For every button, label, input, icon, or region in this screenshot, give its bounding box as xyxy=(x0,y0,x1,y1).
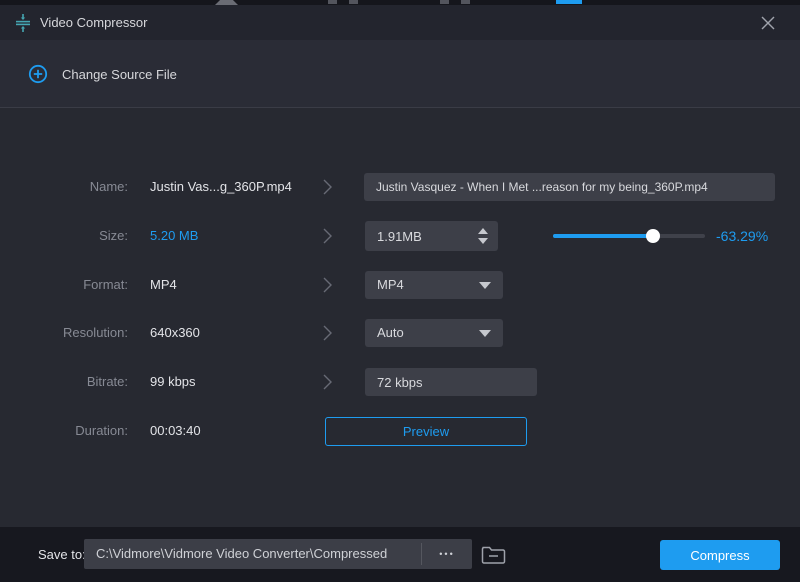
chevron-right-icon xyxy=(323,325,332,341)
browse-ellipsis-button[interactable]: ••• xyxy=(422,539,472,569)
save-to-label: Save to: xyxy=(38,547,86,562)
size-current-value: 5.20 MB xyxy=(150,228,199,243)
format-dropdown-value: MP4 xyxy=(377,277,404,292)
chevron-right-icon xyxy=(323,179,332,195)
open-folder-button[interactable] xyxy=(480,543,508,567)
name-current-value: Justin Vas...g_360P.mp4 xyxy=(150,179,292,194)
background-fragment xyxy=(328,0,337,4)
dialog-title: Video Compressor xyxy=(40,15,148,30)
background-fragment xyxy=(461,0,470,4)
duration-label: Duration: xyxy=(75,423,128,438)
spinner-down-icon[interactable] xyxy=(478,238,488,244)
resolution-label: Resolution: xyxy=(62,325,128,340)
spinner-up-icon[interactable] xyxy=(478,228,488,234)
format-label: Format: xyxy=(83,277,128,292)
duration-current-value: 00:03:40 xyxy=(150,423,201,438)
titlebar: Video Compressor xyxy=(0,5,800,40)
header-band: Change Source File xyxy=(0,40,800,108)
size-label: Size: xyxy=(99,228,128,243)
video-compressor-dialog: Video Compressor Change Source File Name… xyxy=(0,0,800,582)
size-reduction-percent: -63.29% xyxy=(716,228,769,244)
format-dropdown[interactable]: MP4 xyxy=(365,271,503,299)
bitrate-current-value: 99 kbps xyxy=(150,374,196,389)
background-fragment xyxy=(349,0,358,4)
active-tab-indicator-fragment xyxy=(556,0,582,4)
name-label: Name: xyxy=(89,179,128,194)
bitrate-input[interactable] xyxy=(365,368,537,396)
save-path-field[interactable]: C:\Vidmore\Vidmore Video Converter\Compr… xyxy=(84,539,472,569)
chevron-right-icon xyxy=(323,374,332,390)
size-spinner xyxy=(365,221,498,251)
preview-button[interactable]: Preview xyxy=(325,417,527,446)
bitrate-label: Bitrate: xyxy=(86,374,128,389)
close-button[interactable] xyxy=(754,9,782,37)
change-source-file-button[interactable]: Change Source File xyxy=(28,40,177,108)
save-path-value: C:\Vidmore\Vidmore Video Converter\Compr… xyxy=(96,546,388,561)
name-input[interactable] xyxy=(364,173,775,201)
footer-bar: Save to: C:\Vidmore\Vidmore Video Conver… xyxy=(0,527,800,582)
close-icon xyxy=(761,16,775,30)
folder-icon xyxy=(481,546,506,564)
chevron-right-icon xyxy=(323,277,332,293)
size-slider-thumb[interactable] xyxy=(646,229,661,243)
resolution-dropdown[interactable]: Auto xyxy=(365,319,503,347)
chevron-down-icon xyxy=(479,330,491,337)
compress-button[interactable]: Compress xyxy=(660,540,780,570)
resolution-current-value: 640x360 xyxy=(150,325,200,340)
chevron-down-icon xyxy=(479,282,491,289)
change-source-file-label: Change Source File xyxy=(62,66,177,82)
form-body: Name: Justin Vas...g_360P.mp4 Size: 5.20… xyxy=(0,108,800,527)
add-plus-icon xyxy=(28,64,48,84)
background-fragment xyxy=(440,0,449,4)
size-input[interactable] xyxy=(365,221,465,251)
size-slider[interactable] xyxy=(553,229,705,243)
resolution-dropdown-value: Auto xyxy=(377,325,404,340)
size-slider-fill xyxy=(553,234,654,238)
video-compressor-icon xyxy=(16,14,30,32)
format-current-value: MP4 xyxy=(150,277,177,292)
chevron-right-icon xyxy=(323,228,332,244)
